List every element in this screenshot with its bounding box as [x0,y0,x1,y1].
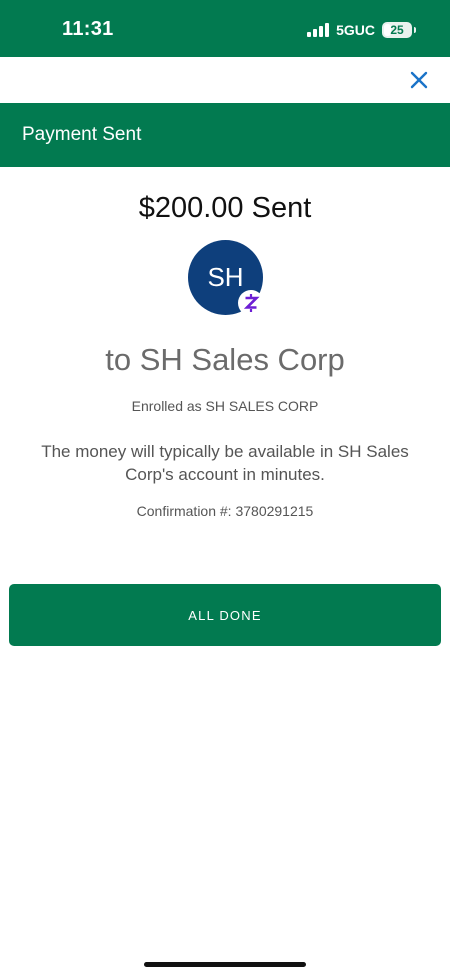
payment-sent-screen: 11:31 5GUC 25 Payment Sent $200.00 Sent … [0,0,450,976]
confirmation: Confirmation #: 3780291215 [0,503,450,519]
confirmation-label: Confirmation #: [136,503,236,519]
battery-level: 25 [390,23,404,37]
network-type: 5GUC [336,22,375,38]
header-band: Payment Sent [0,103,450,167]
confirmation-number: 3780291215 [235,503,314,519]
zelle-badge [238,290,264,316]
signal-icon [307,23,330,37]
close-icon [410,71,428,89]
status-bar: 11:31 5GUC 25 [0,0,450,57]
avatar-initials: SH [207,262,244,292]
availability-message: The money will typically be available in… [41,442,409,484]
enrolled-as: Enrolled as SH SALES CORP [131,398,319,414]
close-button[interactable] [406,67,432,93]
battery-icon: 25 [382,22,416,38]
home-indicator[interactable] [144,962,306,967]
status-indicators: 5GUC 25 [307,20,416,40]
close-row [0,57,450,103]
recipient-name: to SH Sales Corp [105,342,345,377]
status-time: 11:31 [62,18,114,40]
amount-sent: $200.00 Sent [138,192,312,224]
zelle-icon [243,294,260,312]
page-title: Payment Sent [22,124,142,145]
all-done-button[interactable]: ALL DONE [9,584,441,646]
